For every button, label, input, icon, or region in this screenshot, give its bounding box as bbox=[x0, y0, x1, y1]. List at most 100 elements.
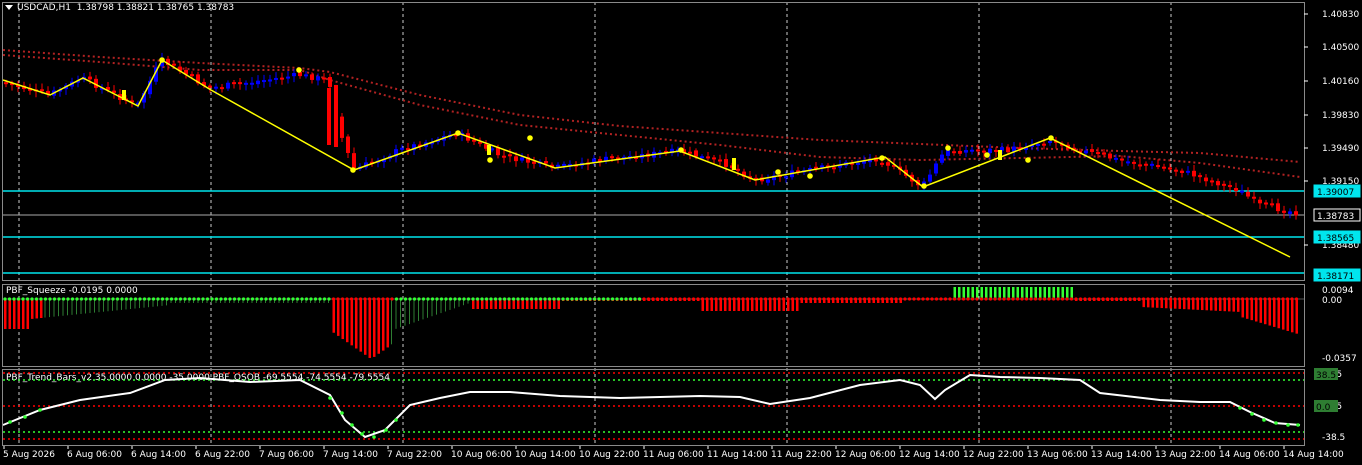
squeeze-bar bbox=[67, 299, 68, 316]
bull-candle bbox=[256, 80, 260, 85]
price-chart[interactable]: 1.408301.405001.401601.398301.394901.391… bbox=[0, 0, 1362, 465]
squeeze-dot bbox=[1087, 297, 1092, 301]
squeeze-bar bbox=[764, 299, 767, 311]
squeeze-dot bbox=[318, 297, 322, 301]
squeeze-dot bbox=[1083, 297, 1087, 301]
squeeze-dot bbox=[394, 297, 399, 301]
squeeze-dot bbox=[754, 297, 759, 301]
bear-candle bbox=[508, 154, 512, 157]
squeeze-dot bbox=[777, 297, 781, 301]
squeeze-dot bbox=[588, 297, 592, 301]
bear-candle bbox=[1210, 180, 1214, 183]
bull-candle bbox=[1186, 170, 1190, 173]
squeeze-dot bbox=[358, 297, 363, 301]
time-axis-label: 7 Aug 22:00 bbox=[387, 450, 442, 460]
bull-candle bbox=[400, 147, 404, 150]
bear-candle bbox=[1156, 165, 1160, 168]
squeeze-dot bbox=[570, 297, 574, 301]
main-pane[interactable] bbox=[2, 49, 1304, 274]
bear-candle bbox=[514, 156, 518, 162]
squeeze-dot bbox=[453, 297, 457, 301]
squeeze-bar bbox=[17, 299, 20, 329]
squeeze-dot bbox=[741, 297, 745, 301]
squeeze-dot bbox=[1276, 297, 1281, 301]
squeeze-dot bbox=[156, 297, 160, 301]
bear-candle bbox=[327, 88, 331, 145]
squeeze-bar bbox=[1228, 299, 1231, 312]
squeeze-bar bbox=[769, 299, 772, 311]
squeeze-dot bbox=[1146, 297, 1150, 301]
squeeze-bar bbox=[1201, 299, 1204, 311]
bull-candle bbox=[928, 174, 932, 182]
squeeze-bar bbox=[1039, 287, 1042, 299]
squeeze-dot bbox=[129, 297, 133, 301]
squeeze-dot bbox=[466, 297, 471, 301]
bear-candle bbox=[1192, 170, 1196, 177]
squeeze-dot bbox=[682, 297, 687, 301]
time-axis-label: 12 Aug 22:00 bbox=[963, 450, 1024, 460]
bear-candle bbox=[322, 77, 326, 80]
squeeze-dot bbox=[1024, 297, 1029, 301]
bull-candle bbox=[946, 150, 950, 156]
squeeze-dot bbox=[678, 297, 682, 301]
zigzag-dot bbox=[527, 135, 533, 141]
trend-dot bbox=[1238, 406, 1242, 410]
squeeze-dot bbox=[1222, 297, 1227, 301]
squeeze-bar bbox=[107, 299, 109, 312]
squeeze-bar bbox=[1232, 299, 1235, 312]
squeeze-dot bbox=[916, 297, 921, 301]
squeeze-bar bbox=[755, 299, 758, 311]
squeeze-dot bbox=[930, 297, 934, 301]
squeeze-bar bbox=[391, 299, 392, 345]
squeeze-dot bbox=[790, 297, 795, 301]
squeeze-pane[interactable] bbox=[3, 287, 1304, 358]
trend-dot bbox=[8, 420, 12, 424]
squeeze-dot bbox=[286, 297, 291, 301]
bear-candle bbox=[1102, 152, 1106, 155]
squeeze-bar bbox=[787, 299, 790, 311]
bear-candle bbox=[1120, 158, 1124, 161]
squeeze-bar bbox=[782, 299, 785, 311]
squeeze-dot bbox=[556, 297, 561, 301]
squeeze-bar bbox=[76, 299, 77, 315]
squeeze-dot bbox=[714, 297, 718, 301]
zigzag-dot bbox=[879, 155, 885, 161]
squeeze-bar bbox=[971, 287, 974, 299]
squeeze-bar bbox=[1210, 299, 1213, 311]
squeeze-dot bbox=[192, 297, 196, 301]
squeeze-dot bbox=[381, 297, 385, 301]
squeeze-dot bbox=[1191, 297, 1195, 301]
squeeze-dot bbox=[1006, 297, 1011, 301]
bull-candle bbox=[766, 179, 770, 183]
squeeze-bar bbox=[1196, 299, 1199, 310]
squeeze-dot bbox=[646, 297, 651, 301]
squeeze-dot bbox=[246, 297, 250, 301]
zigzag-dot bbox=[1048, 135, 1054, 141]
squeeze-bar bbox=[413, 299, 415, 323]
squeeze-dot bbox=[1290, 297, 1294, 301]
squeeze-dot bbox=[615, 297, 619, 301]
squeeze-bar bbox=[962, 287, 965, 299]
trend-pane[interactable] bbox=[2, 372, 1304, 440]
squeeze-bar bbox=[967, 287, 970, 299]
squeeze-dot bbox=[430, 297, 435, 301]
squeeze-dot bbox=[516, 297, 520, 301]
squeeze-dot bbox=[831, 297, 835, 301]
squeeze-dot bbox=[664, 297, 669, 301]
bear-candle bbox=[736, 168, 740, 171]
squeeze-bar bbox=[751, 299, 754, 311]
squeeze-dot bbox=[997, 297, 1002, 301]
bull-candle bbox=[1114, 157, 1118, 160]
squeeze-dot bbox=[993, 297, 997, 301]
squeeze-dot bbox=[1074, 297, 1078, 301]
squeeze-dot bbox=[25, 297, 30, 301]
squeeze-bar bbox=[953, 287, 956, 299]
squeeze-dot bbox=[696, 297, 700, 301]
trend-dot bbox=[1262, 418, 1266, 422]
squeeze-dot bbox=[214, 297, 219, 301]
bull-candle bbox=[268, 79, 272, 82]
squeeze-dot bbox=[16, 297, 21, 301]
squeeze-bar bbox=[350, 299, 353, 346]
squeeze-bar bbox=[1048, 287, 1051, 299]
squeeze-dot bbox=[939, 297, 943, 301]
